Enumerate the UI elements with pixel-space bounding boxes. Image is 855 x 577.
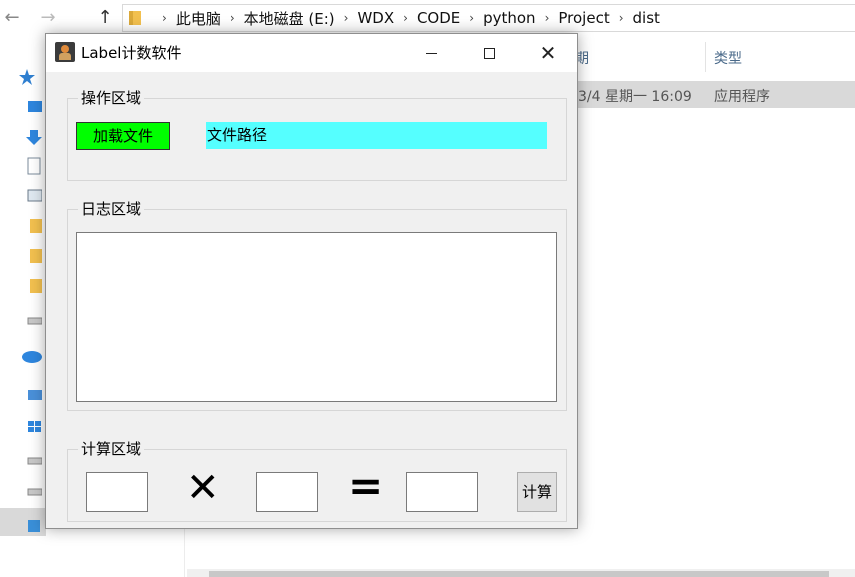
folder-icon[interactable] <box>18 277 42 295</box>
second-operand-input[interactable] <box>256 472 318 512</box>
column-type[interactable]: 类型 <box>714 48 742 68</box>
computer-icon[interactable] <box>18 387 42 405</box>
desktop-icon[interactable] <box>18 98 42 116</box>
file-type: 应用程序 <box>714 89 770 105</box>
chevron-right-icon: › <box>162 11 167 25</box>
chevron-right-icon: › <box>469 11 475 25</box>
breadcrumb-item[interactable]: Project <box>558 9 609 27</box>
chevron-right-icon: › <box>343 11 349 25</box>
cloud-icon[interactable] <box>18 347 42 365</box>
minimize-button[interactable] <box>402 34 460 72</box>
first-operand-input[interactable] <box>86 472 148 512</box>
load-file-button[interactable]: 加载文件 <box>76 122 170 150</box>
document-icon[interactable] <box>18 157 42 175</box>
calculate-button[interactable]: 计算 <box>517 472 557 512</box>
breadcrumb-item[interactable]: dist <box>633 9 660 27</box>
multiply-icon: ✕ <box>186 465 220 511</box>
maximize-icon <box>483 47 495 59</box>
drive-icon[interactable] <box>18 483 42 501</box>
equals-icon: = <box>348 461 384 510</box>
title-bar[interactable]: Label计数软件 ✕ <box>46 34 577 72</box>
folder-icon <box>129 11 141 25</box>
file-date-modified: 3/4 星期一 16:09 <box>578 89 692 105</box>
log-group-label: 日志区域 <box>78 200 145 218</box>
calc-group-label: 计算区域 <box>78 440 145 458</box>
drive-icon[interactable] <box>18 312 42 330</box>
folder-icon[interactable] <box>18 247 42 265</box>
column-divider[interactable] <box>705 42 706 72</box>
windows-drive-icon[interactable] <box>18 417 42 435</box>
picture-icon[interactable] <box>18 187 42 205</box>
download-icon[interactable] <box>18 128 42 146</box>
explorer-nav-bar: ← → ↑ › 此电脑 › 本地磁盘 (E:) › WDX › CODE › p… <box>0 0 855 36</box>
close-icon: ✕ <box>539 41 557 65</box>
chevron-right-icon: › <box>403 11 408 25</box>
minimize-icon <box>425 52 437 54</box>
breadcrumb-item[interactable]: 本地磁盘 (E:) <box>244 8 335 29</box>
address-bar[interactable]: › 此电脑 › 本地磁盘 (E:) › WDX › CODE › python … <box>122 4 855 32</box>
back-arrow-icon[interactable]: ← <box>2 6 22 30</box>
breadcrumb: › 此电脑 › 本地磁盘 (E:) › WDX › CODE › python … <box>153 5 660 31</box>
scrollbar-thumb[interactable] <box>209 571 829 577</box>
close-button[interactable]: ✕ <box>519 34 577 72</box>
result-output[interactable] <box>406 472 478 512</box>
log-textarea[interactable] <box>76 232 557 402</box>
drive-icon[interactable] <box>18 452 42 470</box>
file-path-label: 文件路径 <box>206 122 547 149</box>
chevron-right-icon: › <box>544 11 550 25</box>
breadcrumb-item[interactable]: WDX <box>357 9 394 27</box>
maximize-button[interactable] <box>460 34 518 72</box>
file-list-item[interactable]: 3/4 星期一 16:09 应用程序 <box>575 81 855 108</box>
star-icon[interactable] <box>18 68 42 86</box>
horizontal-scrollbar[interactable] <box>187 569 855 577</box>
chevron-right-icon: › <box>618 11 624 25</box>
breadcrumb-item[interactable]: python <box>483 9 535 27</box>
network-icon[interactable] <box>18 517 42 535</box>
breadcrumb-item[interactable]: 此电脑 <box>176 8 221 29</box>
column-header: 期 类型 <box>575 42 855 72</box>
app-icon <box>55 42 75 62</box>
breadcrumb-item[interactable]: CODE <box>417 9 460 27</box>
app-window: Label计数软件 ✕ 操作区域 加载文件 文件路径 日志区域 计算区域 ✕ =… <box>45 33 578 529</box>
window-title: Label计数软件 <box>81 44 182 62</box>
folder-icon[interactable] <box>18 217 42 235</box>
up-arrow-icon[interactable]: ↑ <box>95 6 115 30</box>
chevron-right-icon: › <box>229 11 235 25</box>
operation-group-label: 操作区域 <box>78 89 145 107</box>
forward-arrow-icon[interactable]: → <box>38 6 58 30</box>
